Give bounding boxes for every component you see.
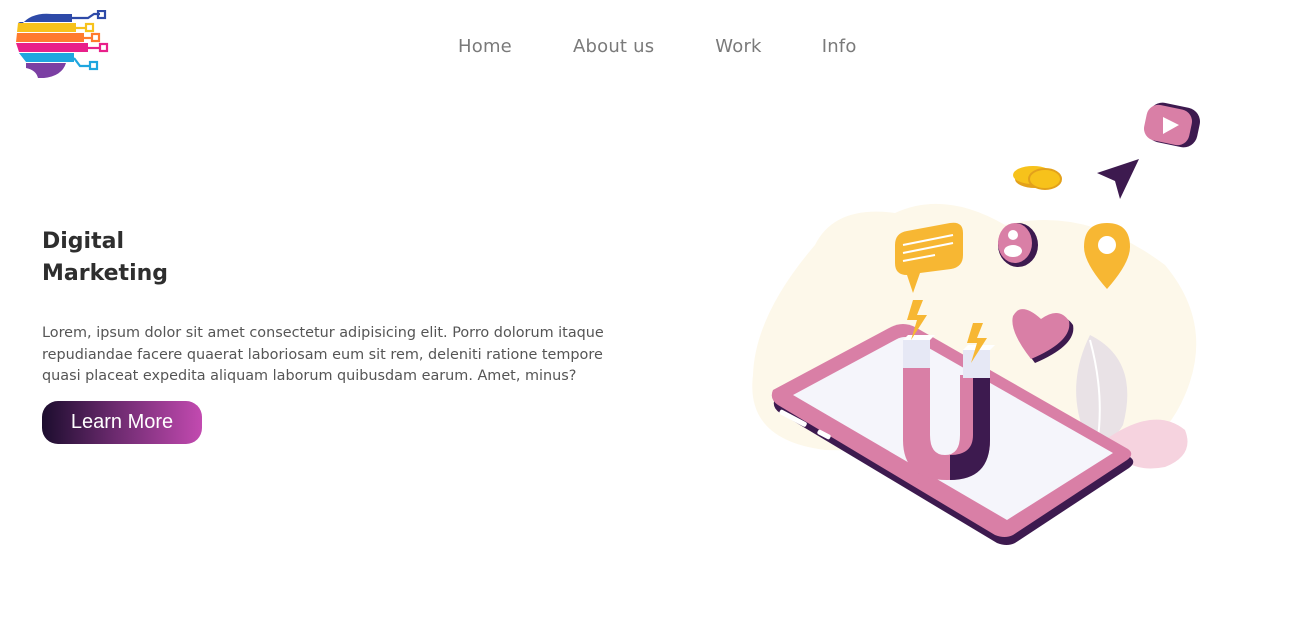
nav-link-work[interactable]: Work [715, 36, 761, 57]
user-badge-icon [998, 223, 1038, 267]
send-arrow-icon [1097, 159, 1139, 199]
hero-title: Digital Marketing [42, 226, 168, 290]
hero-description: Lorem, ipsum dolor sit amet consectetur … [42, 325, 604, 384]
play-button-icon [1143, 102, 1200, 148]
nav-link-info[interactable]: Info [822, 36, 857, 57]
nav-link-home[interactable]: Home [458, 36, 512, 57]
nav-link-about-us[interactable]: About us [573, 36, 654, 57]
learn-more-button[interactable]: Learn More [42, 401, 202, 444]
main-nav: Home About us Work Info [458, 36, 857, 57]
logo-icon[interactable] [14, 10, 114, 82]
page: Home About us Work Info Digital Marketin… [0, 0, 1316, 617]
hero-title-line-2: Marketing [42, 261, 169, 286]
digital-marketing-illustration [752, 102, 1200, 545]
coins-icon [1013, 166, 1062, 190]
hero-title-line-1: Digital [42, 229, 124, 254]
